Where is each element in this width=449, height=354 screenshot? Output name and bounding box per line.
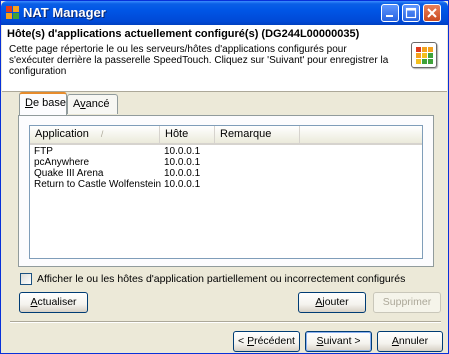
next-label: uivant > bbox=[323, 335, 361, 347]
cancel-label: nnuler bbox=[398, 335, 429, 347]
add-label: jouter bbox=[322, 296, 349, 308]
list-row[interactable]: Return to Castle Wolfenstein 10.0.0.1 bbox=[30, 179, 422, 190]
delete-button[interactable]: Supprimer bbox=[373, 292, 441, 313]
row-host: 10.0.0.1 bbox=[164, 157, 201, 168]
previous-button[interactable]: < Précédent bbox=[233, 331, 300, 352]
tab-avance-label: ancé bbox=[85, 98, 110, 110]
list-row[interactable]: pcAnywhere 10.0.0.1 bbox=[30, 157, 422, 168]
row-application: Quake III Arena bbox=[34, 168, 104, 179]
column-application-label: Application bbox=[35, 128, 89, 140]
sort-up-icon: / bbox=[100, 129, 104, 139]
column-header-host[interactable]: Hôte bbox=[160, 126, 215, 143]
cancel-button[interactable]: Annuler bbox=[377, 331, 443, 352]
add-button[interactable]: Ajouter bbox=[298, 292, 366, 313]
refresh-button[interactable]: Actualiser bbox=[19, 292, 88, 313]
tab-de-base-mnemonic: D bbox=[25, 97, 33, 109]
row-application: Return to Castle Wolfenstein bbox=[34, 179, 162, 190]
window-title: NAT Manager bbox=[23, 5, 106, 20]
tab-de-base-label: e base bbox=[32, 97, 66, 109]
row-host: 10.0.0.1 bbox=[164, 179, 201, 190]
column-header-remark[interactable]: Remarque bbox=[215, 126, 300, 143]
row-host: 10.0.0.1 bbox=[164, 168, 201, 179]
application-host-list[interactable]: Application / Hôte Remarque FTP 10.0.0.1 … bbox=[29, 125, 423, 259]
cancel-mnemonic: A bbox=[391, 335, 399, 347]
row-host: 10.0.0.1 bbox=[164, 146, 201, 157]
close-icon bbox=[427, 8, 437, 18]
row-application: FTP bbox=[34, 146, 53, 157]
nat-manager-logo-icon bbox=[411, 42, 437, 68]
list-row[interactable]: Quake III Arena 10.0.0.1 bbox=[30, 168, 422, 179]
previous-prefix: < bbox=[238, 335, 248, 347]
refresh-label: ctualiser bbox=[37, 296, 77, 308]
page-title: Hôte(s) d'applications actuellement conf… bbox=[7, 28, 360, 40]
next-button[interactable]: Suivant > bbox=[305, 331, 372, 352]
tab-panel-de-base: Application / Hôte Remarque FTP 10.0.0.1 … bbox=[18, 115, 434, 267]
close-button[interactable] bbox=[423, 4, 441, 22]
column-header-application[interactable]: Application / bbox=[30, 126, 160, 143]
nat-manager-window: NAT Manager Hôte(s) d'applications actue… bbox=[0, 0, 449, 354]
list-header: Application / Hôte Remarque bbox=[30, 126, 422, 145]
previous-label: récédent bbox=[254, 335, 295, 347]
title-bar[interactable]: NAT Manager bbox=[1, 1, 448, 25]
app-icon bbox=[6, 6, 20, 20]
footer-separator bbox=[10, 321, 441, 323]
delete-label: Supprimer bbox=[382, 296, 432, 308]
show-partial-hosts-checkbox[interactable] bbox=[20, 273, 32, 285]
minimize-icon bbox=[386, 15, 393, 17]
show-partial-hosts-label: Afficher le ou les hôtes d'application p… bbox=[37, 273, 406, 285]
wizard-header: Hôte(s) d'applications actuellement conf… bbox=[2, 25, 447, 92]
page-description: Cette page répertorie le ou les serveurs… bbox=[9, 44, 389, 77]
maximize-button[interactable] bbox=[402, 4, 420, 22]
maximize-icon bbox=[405, 7, 417, 19]
tab-de-base[interactable]: De base bbox=[19, 92, 67, 115]
column-host-label: Hôte bbox=[165, 128, 189, 140]
column-remark-label: Remarque bbox=[220, 128, 272, 140]
row-application: pcAnywhere bbox=[34, 157, 90, 168]
list-row[interactable]: FTP 10.0.0.1 bbox=[30, 146, 422, 157]
tab-avance[interactable]: Avancé bbox=[67, 94, 118, 114]
minimize-button[interactable] bbox=[381, 4, 399, 22]
